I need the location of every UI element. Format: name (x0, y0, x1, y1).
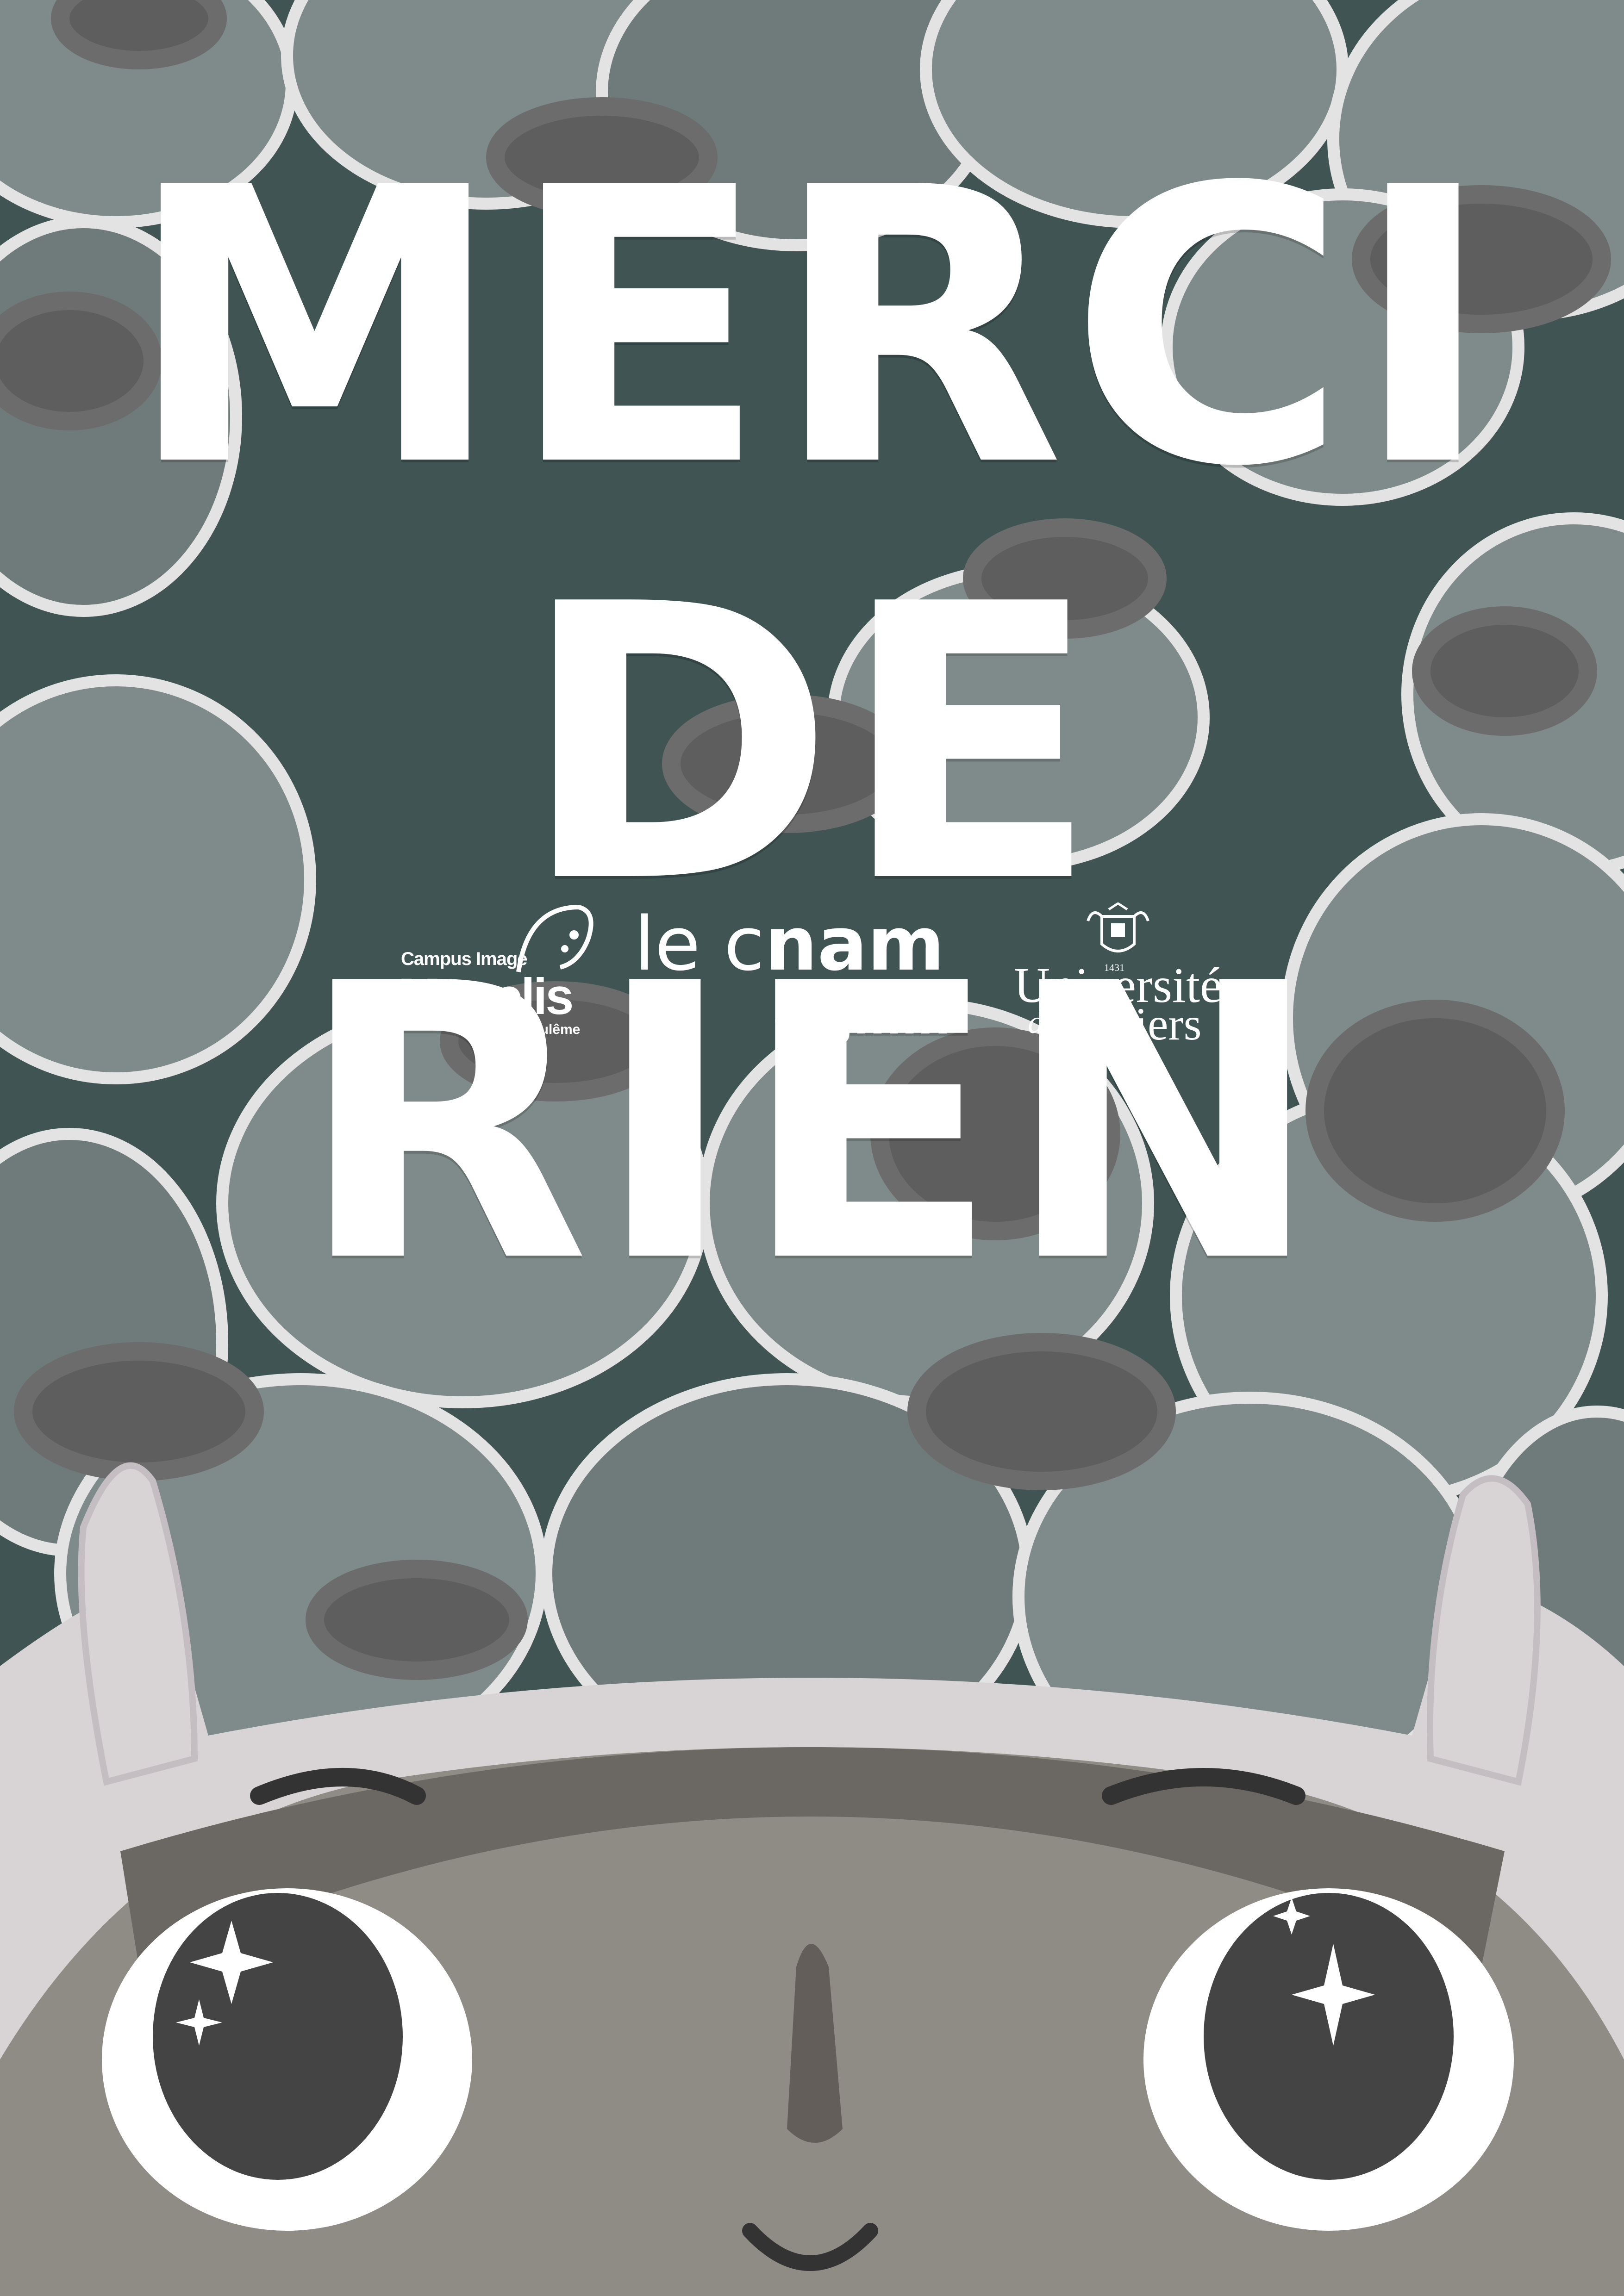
cnam-light: le c (634, 901, 765, 987)
de-label: de (1028, 1005, 1059, 1040)
magelis-logo: Campus Image Magelis Angoulême (398, 898, 602, 1051)
universite-poitiers-logo: 1431 Université de Poitiers (1005, 902, 1231, 1051)
magelis-line1: Campus Image (401, 949, 528, 969)
poitiers-label: Poitiers (1060, 998, 1202, 1050)
enjmin-label: enjmin (773, 990, 950, 1045)
poster: MERCI DE RIEN Campus Image Magelis Angou… (0, 0, 1624, 2296)
magelis-line2: Magelis (398, 968, 574, 1025)
crest-icon (1087, 902, 1149, 952)
magelis-line3: Angoulême (505, 1022, 581, 1037)
cnam-enjmin-logo: le cnam enjmin (634, 902, 968, 1051)
cnam-bold: nam (764, 901, 945, 987)
cnam-wordmark: le cnam (634, 902, 944, 986)
title-line-1: MERCI (125, 108, 1499, 549)
